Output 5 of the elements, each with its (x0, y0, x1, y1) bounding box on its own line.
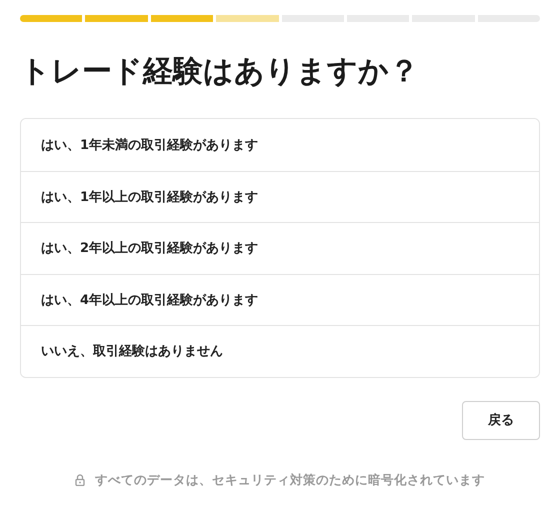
lock-icon (75, 474, 85, 486)
security-note: すべてのデータは、セキュリティ対策のために暗号化されています (95, 472, 485, 488)
question-title: トレード経験はありますか？ (20, 53, 420, 91)
answer-option[interactable]: いいえ、取引経験はありません (21, 325, 539, 376)
back-button[interactable]: 戻る (462, 400, 540, 440)
